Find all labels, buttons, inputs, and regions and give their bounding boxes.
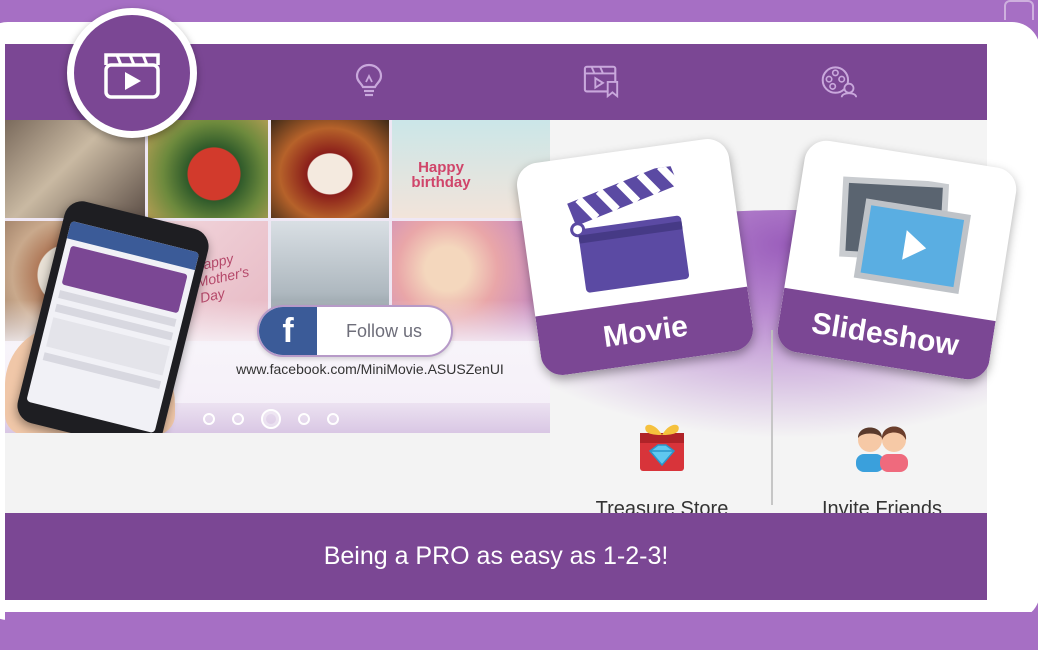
carousel-dot[interactable] (203, 413, 215, 425)
slideshow-photos-icon (839, 176, 971, 295)
video-bookmark-icon (583, 65, 619, 99)
carousel-dot[interactable] (327, 413, 339, 425)
photo-christmas (148, 120, 268, 218)
photo-masquerade (271, 120, 389, 218)
device-top-deco (1004, 0, 1034, 20)
bottom-sliver (5, 612, 1038, 650)
facebook-follow-button[interactable]: f Follow us (257, 305, 453, 357)
tab-movie-active[interactable] (67, 8, 197, 138)
treasure-store-icon[interactable] (634, 415, 690, 480)
carousel-dot[interactable] (298, 413, 310, 425)
facebook-icon: f (259, 307, 317, 355)
invite-friends-label[interactable]: Invite Friends (782, 498, 982, 513)
facebook-url-link[interactable]: www.facebook.com/MiniMovie.ASUSZenUI (215, 361, 525, 377)
pro-banner-text: Being a PRO as easy as 1-2-3! (323, 542, 669, 570)
carousel-pagination (203, 407, 353, 431)
carousel-dot-active[interactable] (261, 409, 281, 429)
carousel-banner[interactable]: Happy birthday Happy Mother's Day f Foll… (5, 120, 550, 433)
carousel-dot[interactable] (232, 413, 244, 425)
tab-gallery[interactable] (583, 62, 621, 100)
film-reel-user-icon (821, 66, 858, 98)
lightbulb-icon (355, 63, 383, 97)
shortcut-divider (771, 330, 773, 505)
birthday-text: Happy birthday (411, 159, 471, 191)
tab-tips[interactable] (350, 62, 388, 100)
clapperboard-icon (567, 163, 690, 293)
slideshow-card[interactable]: Slideshow (774, 137, 1020, 383)
pro-banner[interactable]: Being a PRO as easy as 1-2-3! (5, 513, 987, 600)
movie-card[interactable]: Movie (514, 136, 756, 378)
tab-reel[interactable] (820, 62, 858, 100)
treasure-store-label[interactable]: Treasure Store (562, 498, 762, 513)
clapperboard-icon (104, 53, 160, 99)
invite-friends-icon[interactable] (850, 420, 914, 477)
follow-us-label: Follow us (345, 320, 423, 341)
